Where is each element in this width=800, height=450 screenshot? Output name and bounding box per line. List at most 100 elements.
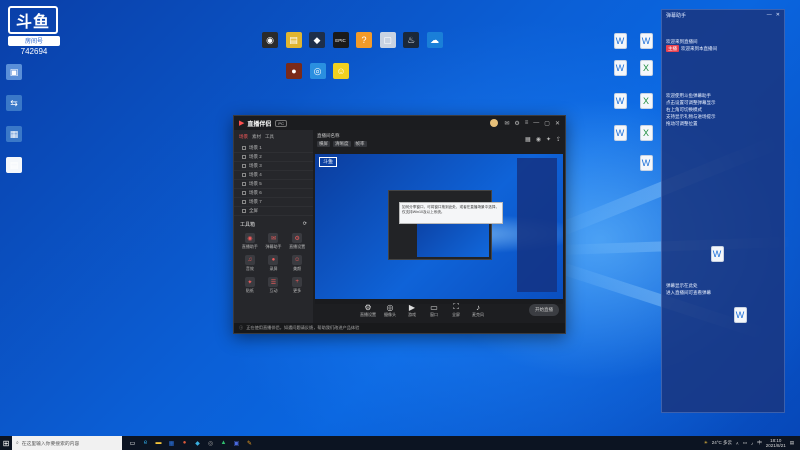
- weather-icon[interactable]: ☀: [704, 440, 708, 446]
- tool-item[interactable]: ✉ 弹幕助手: [262, 231, 286, 250]
- danmaku-panel[interactable]: 弹幕助手 — ✕ 欢迎来到直播间 主播 欢迎来到本直播间 欢迎使用斗鱼弹幕助手 点…: [661, 9, 785, 413]
- control-button[interactable]: ⚙ 直播设置: [359, 303, 377, 318]
- tool-item[interactable]: ✦ 贴纸: [238, 275, 262, 294]
- tool-item[interactable]: ☺ 美颜: [285, 253, 309, 272]
- tray-chevron-icon[interactable]: ˄: [736, 441, 739, 446]
- scene-item[interactable]: 场景 1: [234, 144, 313, 153]
- tool-item[interactable]: ♫ 音效: [238, 253, 262, 272]
- desktop-icon-left-1[interactable]: ▣: [0, 64, 28, 80]
- avatar[interactable]: [490, 119, 499, 127]
- scene-icon: [242, 164, 246, 168]
- taskbar-explorer-icon[interactable]: ▬: [154, 439, 163, 448]
- taskbar-store-icon[interactable]: ▦: [167, 439, 176, 448]
- desktop-icon-doc-5[interactable]: W: [606, 93, 634, 109]
- tool-item[interactable]: ⚙ 直播设置: [285, 231, 309, 250]
- control-button[interactable]: ◎ 摄像头: [381, 303, 399, 318]
- message-icon[interactable]: ✉: [504, 120, 509, 127]
- desktop-icon-doc-4[interactable]: X: [632, 60, 660, 76]
- panel-line-badge: 主播 欢迎来到本直播间: [662, 45, 784, 52]
- scene-item[interactable]: 场景 4: [234, 171, 313, 180]
- tab-scenes[interactable]: 场景: [239, 134, 248, 140]
- desktop-icon-doc-1[interactable]: W: [606, 33, 634, 49]
- desktop-icon-doc-7[interactable]: W: [606, 125, 634, 141]
- taskbar-task-view-icon[interactable]: ▭: [128, 439, 137, 448]
- scene-item[interactable]: 场景 7: [234, 198, 313, 207]
- control-button[interactable]: ♪ 麦克风: [469, 303, 487, 318]
- desktop-icon-left-3[interactable]: ▦: [0, 126, 28, 142]
- tool-item[interactable]: ● 录屏: [262, 253, 286, 272]
- control-button[interactable]: ▶ 游戏: [403, 303, 421, 318]
- app-sidebar: 场景 素材 工具 场景 1 场景 2 场景 3 场景 4 场景 5 场景 6 场景 7 全屏 …: [234, 130, 313, 323]
- taskbar-app-d-icon[interactable]: ▲: [219, 439, 228, 448]
- taskbar-app-c-icon[interactable]: ◎: [206, 439, 215, 448]
- desktop-icon-doc-11[interactable]: W: [726, 307, 754, 323]
- scene-item[interactable]: 场景 5: [234, 180, 313, 189]
- desktop-icon-doc-3[interactable]: W: [606, 60, 634, 76]
- scene-icon: [242, 182, 246, 186]
- desktop-icon-left-4[interactable]: ▤: [0, 157, 28, 173]
- record-icon[interactable]: ◉: [536, 136, 541, 143]
- control-button[interactable]: ⛶ 全屏: [447, 302, 465, 318]
- stream-app-window[interactable]: ▶ 直播伴侣 PC ✉ ⚙ ≡ — ▢ ✕ 场景 素材 工具 场景 1 场景 2 场…: [233, 115, 566, 334]
- taskbar-app-b-icon[interactable]: ◆: [193, 439, 202, 448]
- network-icon[interactable]: ▭: [743, 440, 747, 446]
- tab-tools[interactable]: 工具: [265, 134, 274, 140]
- notification-icon[interactable]: ▤: [790, 440, 794, 446]
- scene-item[interactable]: 全屏: [234, 207, 313, 216]
- tool-item[interactable]: ☰ 互动: [262, 275, 286, 294]
- scene-item[interactable]: 场景 6: [234, 189, 313, 198]
- taskbar-app-f-icon[interactable]: ✎: [245, 439, 254, 448]
- minimize-icon[interactable]: —: [767, 12, 772, 20]
- maximize-icon[interactable]: ▢: [544, 120, 550, 127]
- control-button[interactable]: ▭ 窗口: [425, 303, 443, 318]
- stream-preview[interactable]: 斗鱼 如何分享窗口，可将窗口拖到此处，或者在直播场景中选择，仅支持Win10及以…: [315, 154, 563, 304]
- taskbar-app-a-icon[interactable]: ●: [180, 439, 189, 448]
- tool-label: 录屏: [269, 266, 278, 271]
- desktop-icon-app-11[interactable]: ☺: [327, 63, 355, 79]
- layout-icon[interactable]: ▦: [525, 136, 531, 143]
- preview-nested-window: [388, 190, 492, 260]
- doc-10-icon: W: [710, 246, 724, 262]
- share-icon[interactable]: ⇪: [556, 136, 561, 143]
- taskbar-search[interactable]: ⌕ 在这里输入你要搜索的内容: [12, 436, 122, 450]
- menu-icon[interactable]: ≡: [525, 120, 529, 127]
- control-icon: ⛶: [453, 302, 459, 311]
- desktop-icon-doc-6[interactable]: X: [632, 93, 660, 109]
- doc-9-icon: W: [639, 155, 653, 171]
- desktop-icon-app-8[interactable]: ☁: [421, 32, 449, 48]
- chip-orientation[interactable]: 横屏: [317, 141, 330, 147]
- chip-quality[interactable]: 清晰度: [333, 141, 351, 147]
- tool-label: 直播设置: [289, 244, 306, 249]
- ime-icon[interactable]: 中: [757, 440, 762, 446]
- desktop-icon-left-2[interactable]: ⇆: [0, 95, 28, 111]
- scene-item[interactable]: 场景 2: [234, 153, 313, 162]
- tab-materials[interactable]: 素材: [252, 134, 261, 140]
- minimize-icon[interactable]: —: [533, 120, 539, 127]
- desktop-icon-doc-9[interactable]: W: [632, 155, 660, 171]
- taskbar-edge-icon[interactable]: e: [141, 439, 150, 448]
- scene-item[interactable]: 场景 3: [234, 162, 313, 171]
- close-icon[interactable]: ✕: [776, 12, 780, 20]
- app-titlebar[interactable]: ▶ 直播伴侣 PC ✉ ⚙ ≡ — ▢ ✕: [234, 116, 565, 130]
- tool-item[interactable]: ◉ 直播助手: [238, 231, 262, 250]
- gift-icon[interactable]: ✦: [546, 136, 551, 143]
- tool-item[interactable]: + 更多: [285, 275, 309, 294]
- weather-text[interactable]: 24°C 多云: [712, 440, 732, 446]
- steam-icon: ♨: [403, 32, 419, 48]
- settings-icon[interactable]: ⚙: [514, 120, 519, 127]
- tip-line: 拖动可调整位置: [666, 121, 698, 126]
- tool-label: 直播助手: [241, 244, 258, 249]
- start-live-button[interactable]: 开始直播: [529, 304, 559, 316]
- chip-fps[interactable]: 帧率: [353, 141, 367, 147]
- refresh-icon[interactable]: ⟳: [303, 221, 307, 228]
- doc-3-icon: W: [613, 60, 627, 76]
- desktop-icon-doc-2[interactable]: W: [632, 33, 660, 49]
- desktop-icon-doc-10[interactable]: W: [703, 246, 731, 262]
- search-icon: ⌕: [16, 441, 19, 446]
- volume-icon[interactable]: ♪: [751, 441, 753, 446]
- taskbar-app-e-icon[interactable]: ▣: [232, 439, 241, 448]
- close-icon[interactable]: ✕: [555, 120, 560, 127]
- windows-start-icon[interactable]: ⊞: [0, 436, 12, 450]
- clock[interactable]: 18:10 2021/8/21: [766, 438, 786, 448]
- desktop-icon-doc-8[interactable]: X: [632, 125, 660, 141]
